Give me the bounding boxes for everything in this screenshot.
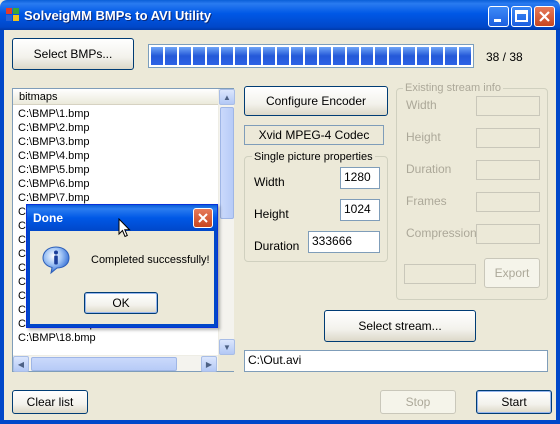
stream-info-title: Existing stream info <box>403 82 503 94</box>
stream-frames-field <box>476 192 540 212</box>
progress-segment <box>193 47 205 65</box>
scroll-left-button[interactable]: ◀ <box>13 356 29 372</box>
progress-segment <box>375 47 387 65</box>
single-picture-title: Single picture properties <box>252 151 375 163</box>
dialog-frame-bottom <box>27 324 217 327</box>
maximize-icon <box>515 10 528 22</box>
progress-segment <box>361 47 373 65</box>
app-icon <box>6 8 19 21</box>
progress-segment <box>221 47 233 65</box>
stream-duration-field <box>476 160 540 180</box>
codec-name: Xvid MPEG-4 Codec <box>244 125 384 145</box>
list-item[interactable]: C:\BMP\3.bmp <box>18 135 218 149</box>
progress-segment <box>263 47 275 65</box>
window-frame-left <box>0 30 4 424</box>
configure-encoder-button[interactable]: Configure Encoder <box>244 86 388 116</box>
vertical-scrollbar[interactable]: ▲ ▼ <box>218 89 235 355</box>
minimize-icon <box>494 19 501 22</box>
stream-height-label: Height <box>406 130 441 144</box>
stream-width-label: Width <box>406 98 437 112</box>
list-item[interactable]: C:\BMP\18.bmp <box>18 331 218 345</box>
progress-segment <box>179 47 191 65</box>
window-frame-bottom <box>0 420 560 424</box>
list-item[interactable]: C:\BMP\7.bmp <box>18 191 218 205</box>
scroll-down-button[interactable]: ▼ <box>219 339 235 355</box>
window-title: SolveigMM BMPs to AVI Utility <box>24 8 212 23</box>
progress-segment <box>291 47 303 65</box>
list-item[interactable]: C:\BMP\4.bmp <box>18 149 218 163</box>
dialog-frame-right <box>214 231 217 327</box>
ok-button[interactable]: OK <box>84 292 158 314</box>
stop-button[interactable]: Stop <box>380 390 456 414</box>
scroll-up-button[interactable]: ▲ <box>219 89 235 105</box>
stream-frames-label: Frames <box>406 194 447 208</box>
duration-label: Duration <box>254 239 300 253</box>
select-bmps-button[interactable]: Select BMPs... <box>12 38 134 70</box>
progress-segment <box>389 47 401 65</box>
dialog-close-button[interactable] <box>193 208 213 228</box>
progress-segment <box>165 47 177 65</box>
list-item[interactable]: C:\BMP\1.bmp <box>18 107 218 121</box>
export-button[interactable]: Export <box>484 258 540 288</box>
start-button[interactable]: Start <box>476 390 552 414</box>
stream-height-field <box>476 128 540 148</box>
export-path-field <box>404 264 476 284</box>
stream-width-field <box>476 96 540 116</box>
progress-segment <box>277 47 289 65</box>
scroll-right-button[interactable]: ▶ <box>201 356 217 372</box>
list-item[interactable]: C:\BMP\5.bmp <box>18 163 218 177</box>
select-stream-button[interactable]: Select stream... <box>324 310 476 342</box>
progress-count: 38 / 38 <box>486 50 523 64</box>
stream-compression-field <box>476 224 540 244</box>
chevron-left-icon: ◀ <box>17 359 25 369</box>
stream-duration-label: Duration <box>406 162 452 176</box>
dialog-title: Done <box>33 211 63 225</box>
duration-input[interactable]: 333666 <box>308 231 380 253</box>
clear-list-button[interactable]: Clear list <box>12 390 88 414</box>
progress-segment <box>417 47 429 65</box>
chevron-down-icon: ▼ <box>223 342 231 352</box>
vertical-scroll-thumb[interactable] <box>220 107 234 219</box>
maximize-button[interactable] <box>511 6 532 27</box>
close-icon <box>539 11 550 22</box>
window-frame-right <box>556 30 560 424</box>
progress-bar <box>148 44 474 68</box>
progress-segment <box>445 47 457 65</box>
progress-segment <box>459 47 471 65</box>
list-column-header[interactable]: bitmaps <box>13 89 219 105</box>
progress-segment <box>207 47 219 65</box>
progress-segment <box>403 47 415 65</box>
mouse-cursor-icon <box>118 218 131 238</box>
progress-segment <box>151 47 163 65</box>
chevron-up-icon: ▲ <box>223 92 231 102</box>
horizontal-scroll-thumb[interactable] <box>31 357 177 371</box>
close-icon <box>198 213 208 223</box>
chevron-right-icon: ▶ <box>205 359 213 369</box>
info-icon <box>42 246 70 275</box>
minimize-button[interactable] <box>488 6 509 27</box>
close-button[interactable] <box>534 6 555 27</box>
dialog-message: Completed successfully! <box>91 254 210 266</box>
scroll-corner <box>218 355 234 371</box>
width-label: Width <box>254 175 285 189</box>
dialog-frame-left <box>27 231 30 327</box>
progress-segment <box>235 47 247 65</box>
progress-segment <box>249 47 261 65</box>
progress-segment <box>333 47 345 65</box>
stream-compression-label: Compression <box>406 226 477 240</box>
list-item[interactable]: C:\BMP\2.bmp <box>18 121 218 135</box>
height-input[interactable]: 1024 <box>340 199 380 221</box>
output-path-input[interactable]: C:\Out.avi <box>244 350 548 372</box>
progress-segment <box>431 47 443 65</box>
progress-segment <box>319 47 331 65</box>
width-input[interactable]: 1280 <box>340 167 380 189</box>
list-item[interactable]: C:\BMP\6.bmp <box>18 177 218 191</box>
progress-segment <box>305 47 317 65</box>
height-label: Height <box>254 207 289 221</box>
progress-segment <box>347 47 359 65</box>
horizontal-scrollbar[interactable]: ◀ ▶ <box>13 355 218 372</box>
